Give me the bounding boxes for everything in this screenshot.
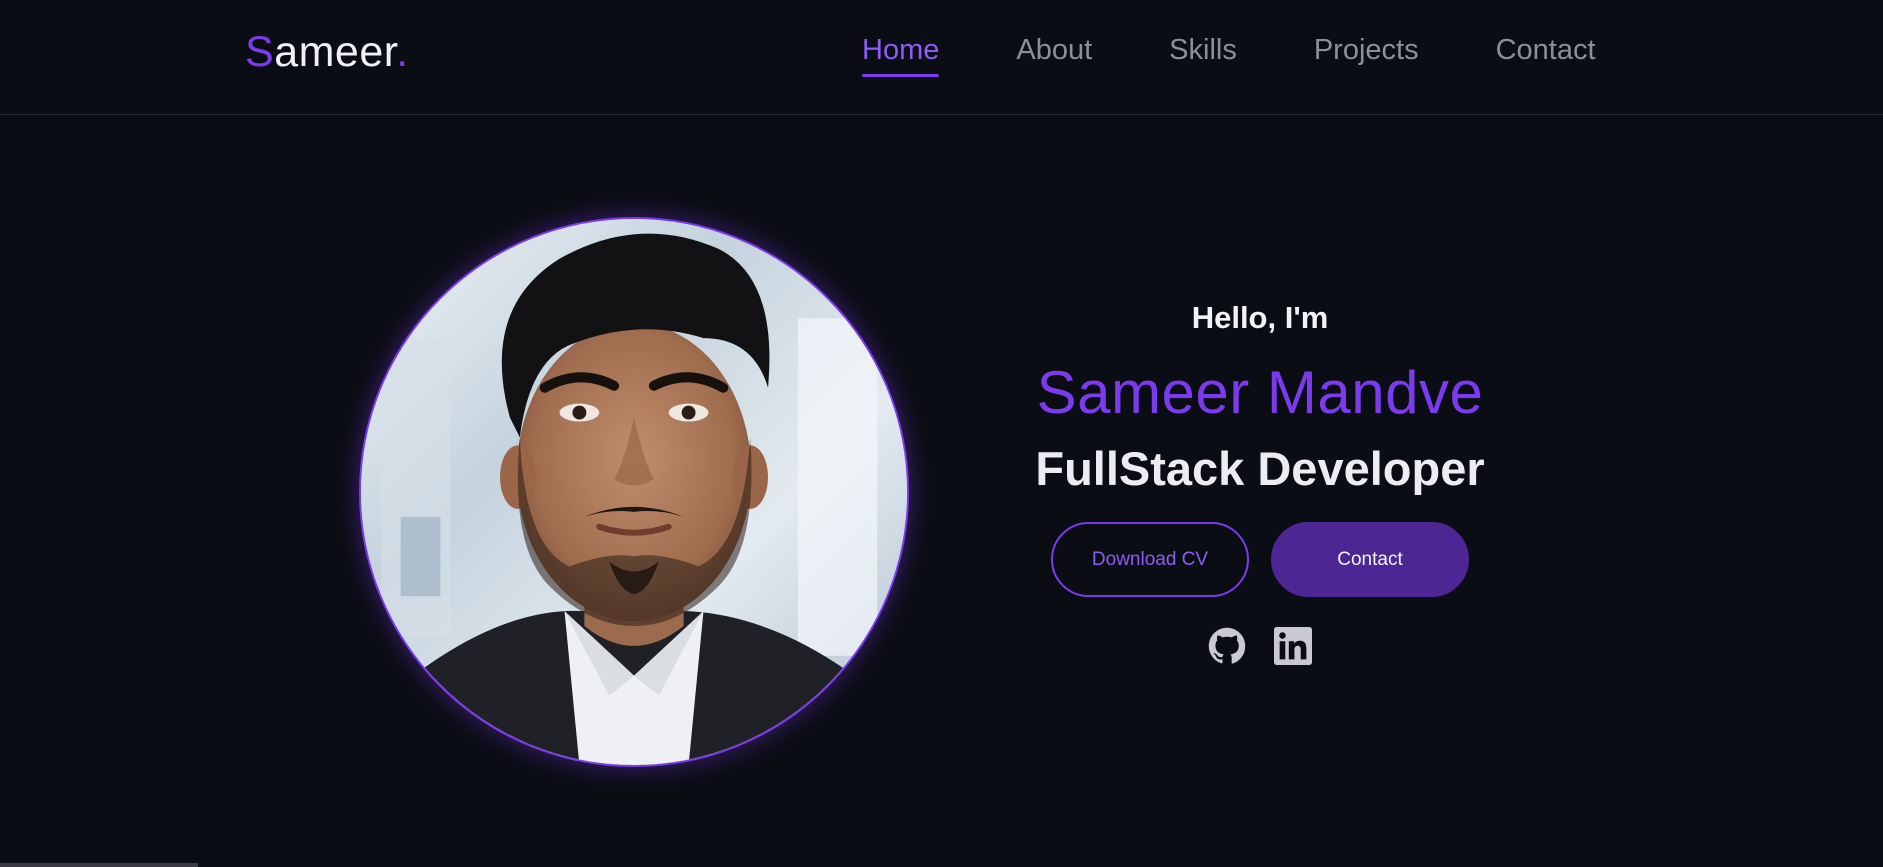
- nav-links: Home About Skills Projects Contact: [862, 34, 1596, 77]
- github-icon[interactable]: [1208, 627, 1246, 665]
- profile-photo: [359, 217, 909, 767]
- logo-dot: .: [396, 28, 409, 76]
- download-cv-button[interactable]: Download CV: [1051, 522, 1249, 597]
- contact-button[interactable]: Contact: [1271, 522, 1469, 597]
- logo-text: ameer: [274, 28, 397, 76]
- greeting: Hello, I'm: [1191, 300, 1329, 335]
- social-links: [960, 627, 1560, 665]
- linkedin-icon[interactable]: [1274, 627, 1312, 665]
- hero-text: Hello, I'm Sameer Mandve FullStack Devel…: [960, 290, 1560, 665]
- logo-initial: S: [245, 28, 275, 76]
- navbar: Sameer. Home About Skills Projects Conta…: [0, 0, 1883, 115]
- hero-role: FullStack Developer: [1035, 442, 1485, 495]
- nav-about[interactable]: About: [1016, 34, 1092, 75]
- nav-projects[interactable]: Projects: [1314, 34, 1419, 75]
- horizontal-scrollbar[interactable]: [0, 863, 198, 867]
- nav-skills[interactable]: Skills: [1169, 34, 1237, 75]
- hero-buttons: Download CV Contact: [960, 522, 1560, 597]
- nav-contact[interactable]: Contact: [1496, 34, 1596, 75]
- nav-home[interactable]: Home: [862, 34, 940, 77]
- logo[interactable]: Sameer.: [245, 28, 409, 77]
- hero-name: Sameer Mandve: [1036, 359, 1484, 426]
